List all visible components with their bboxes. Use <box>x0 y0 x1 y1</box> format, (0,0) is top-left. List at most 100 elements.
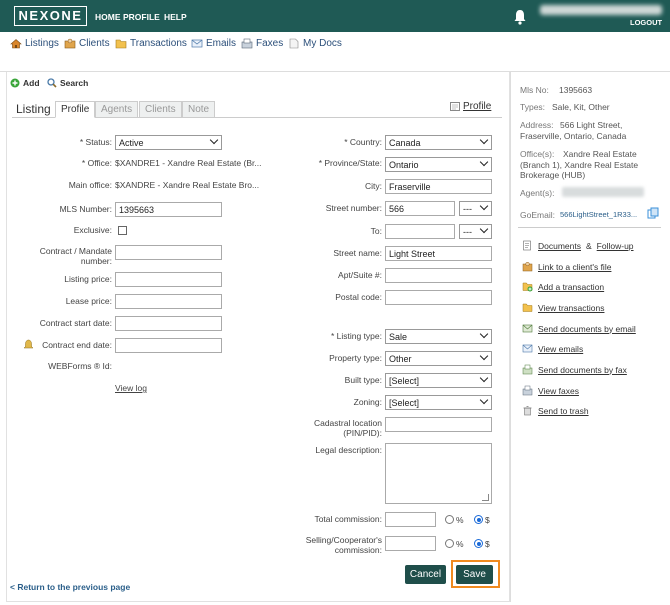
nav-clients[interactable]: Clients <box>64 38 110 49</box>
nav-emails[interactable]: Emails <box>191 38 236 49</box>
street-name-input[interactable]: Light Street <box>385 246 492 261</box>
action-view-transactions[interactable]: View transactions <box>522 302 604 313</box>
chevron-down-icon <box>479 329 489 339</box>
street-number-suffix-select[interactable]: --- <box>459 201 492 216</box>
search-button[interactable]: Search <box>47 78 88 88</box>
nav-help[interactable]: HELP <box>164 12 187 22</box>
tab-profile[interactable]: Profile <box>55 101 96 118</box>
apt-suite-label: Apt/Suite #: <box>338 270 382 280</box>
country-label: * Country: <box>344 137 382 147</box>
action-send-to-trash[interactable]: Send to trash <box>522 405 589 416</box>
built-type-value: [Select] <box>389 376 420 386</box>
to-label: To: <box>370 226 382 236</box>
view-log-link[interactable]: View log <box>115 383 147 393</box>
legal-description-textarea[interactable] <box>385 443 492 504</box>
view-faxes-label: View faxes <box>538 385 579 396</box>
save-button[interactable]: Save <box>456 565 493 584</box>
copy-icon[interactable] <box>647 207 659 219</box>
logout-link[interactable]: LOGOUT <box>630 18 662 27</box>
fax-send-icon <box>522 364 533 375</box>
built-type-label: Built type: <box>344 375 382 385</box>
add-transaction-icon <box>522 282 533 292</box>
contract-mandate-label: Contract / Mandate number: <box>39 246 112 266</box>
country-select[interactable]: Canada <box>385 135 492 150</box>
view-emails-label: View emails <box>538 343 584 354</box>
sidebar-address-value: 566 Light Street, Fraserville, Ontario, … <box>520 120 627 141</box>
street-number-input[interactable]: 566 <box>385 201 455 216</box>
lease-price-input[interactable] <box>115 294 222 309</box>
documents-link[interactable]: Documents <box>538 241 581 251</box>
status-select[interactable]: Active <box>115 135 222 150</box>
tab-agents[interactable]: Agents <box>95 101 139 118</box>
nav-listings[interactable]: Listings <box>10 38 59 49</box>
profile-print-link[interactable]: Profile <box>450 101 491 112</box>
contract-mandate-input[interactable] <box>115 245 222 260</box>
action-link-client[interactable]: Link to a client's file <box>522 261 611 272</box>
built-type-select[interactable]: [Select] <box>385 373 492 388</box>
total-commission-dollar-radio[interactable] <box>474 515 483 524</box>
percent-label: % <box>456 515 464 525</box>
tab-clients[interactable]: Clients <box>139 101 182 118</box>
cadastral-input[interactable] <box>385 417 492 432</box>
selling-commission-input[interactable] <box>385 536 436 551</box>
add-label: Add <box>23 78 40 88</box>
province-label: * Province/State: <box>318 158 382 168</box>
contract-start-input[interactable] <box>115 316 222 331</box>
selling-commission-percent-radio[interactable] <box>445 539 454 548</box>
mls-number-input[interactable]: 1395663 <box>115 202 222 217</box>
city-input[interactable]: Fraserville <box>385 179 492 194</box>
search-label: Search <box>60 78 89 88</box>
to-input[interactable] <box>385 224 455 239</box>
sidebar-agents-label: Agent(s): <box>520 188 555 198</box>
zoning-select[interactable]: [Select] <box>385 395 492 410</box>
action-send-email[interactable]: Send documents by email <box>522 323 636 334</box>
main-office-value: $XANDRE - Xandre Real Estate Bro... <box>115 180 260 190</box>
apt-suite-input[interactable] <box>385 268 492 283</box>
sidebar-divider <box>518 227 661 228</box>
nav-home[interactable]: HOME <box>95 12 121 22</box>
action-view-faxes[interactable]: View faxes <box>522 385 579 396</box>
nav-faxes[interactable]: Faxes <box>241 38 283 49</box>
nav-profile[interactable]: PROFILE <box>123 12 160 22</box>
nexone-logo[interactable]: NEXONE <box>14 6 87 26</box>
nav-transactions[interactable]: Transactions <box>115 38 187 49</box>
chevron-down-icon <box>479 224 489 234</box>
add-button[interactable]: Add <box>10 78 40 88</box>
postal-code-input[interactable] <box>385 290 492 305</box>
sidebar-agents-redacted <box>562 187 644 197</box>
mls-number-label: MLS Number: <box>59 204 112 214</box>
to-suffix-select[interactable]: --- <box>459 224 492 239</box>
send-fax-label: Send documents by fax <box>538 364 627 375</box>
property-type-select[interactable]: Other <box>385 351 492 366</box>
folder-icon <box>522 303 533 312</box>
bell-icon[interactable] <box>513 9 527 25</box>
fax-icon <box>241 38 253 49</box>
selling-commission-dollar-radio[interactable] <box>474 539 483 548</box>
send-to-trash-label: Send to trash <box>538 405 589 416</box>
property-type-label: Property type: <box>329 353 382 363</box>
province-select[interactable]: Ontario <box>385 157 492 172</box>
nav-my-docs[interactable]: My Docs <box>288 38 342 49</box>
goemail-address[interactable]: 566LightStreet_1R33... <box>560 210 637 219</box>
tab-note[interactable]: Note <box>182 101 216 118</box>
cancel-button[interactable]: Cancel <box>405 565 446 584</box>
document-icon <box>289 38 299 49</box>
follow-up-link[interactable]: Follow-up <box>597 241 634 251</box>
search-icon <box>47 78 57 88</box>
listing-type-select[interactable]: Sale <box>385 329 492 344</box>
fax-icon <box>522 385 533 396</box>
return-previous-page-link[interactable]: < Return to the previous page <box>10 582 130 592</box>
total-commission-percent-radio[interactable] <box>445 515 454 524</box>
listing-price-label: Listing price: <box>64 274 112 284</box>
postal-code-label: Postal code: <box>335 292 382 302</box>
contract-start-label: Contract start date: <box>39 318 112 328</box>
action-add-transaction[interactable]: Add a transaction <box>522 281 604 292</box>
action-view-emails[interactable]: View emails <box>522 343 583 354</box>
property-type-value: Other <box>389 354 412 364</box>
total-commission-input[interactable] <box>385 512 436 527</box>
exclusive-checkbox[interactable] <box>118 226 127 235</box>
listing-price-input[interactable] <box>115 272 222 287</box>
total-commission-label: Total commission: <box>314 514 382 524</box>
action-send-fax[interactable]: Send documents by fax <box>522 364 627 375</box>
contract-end-input[interactable] <box>115 338 222 353</box>
